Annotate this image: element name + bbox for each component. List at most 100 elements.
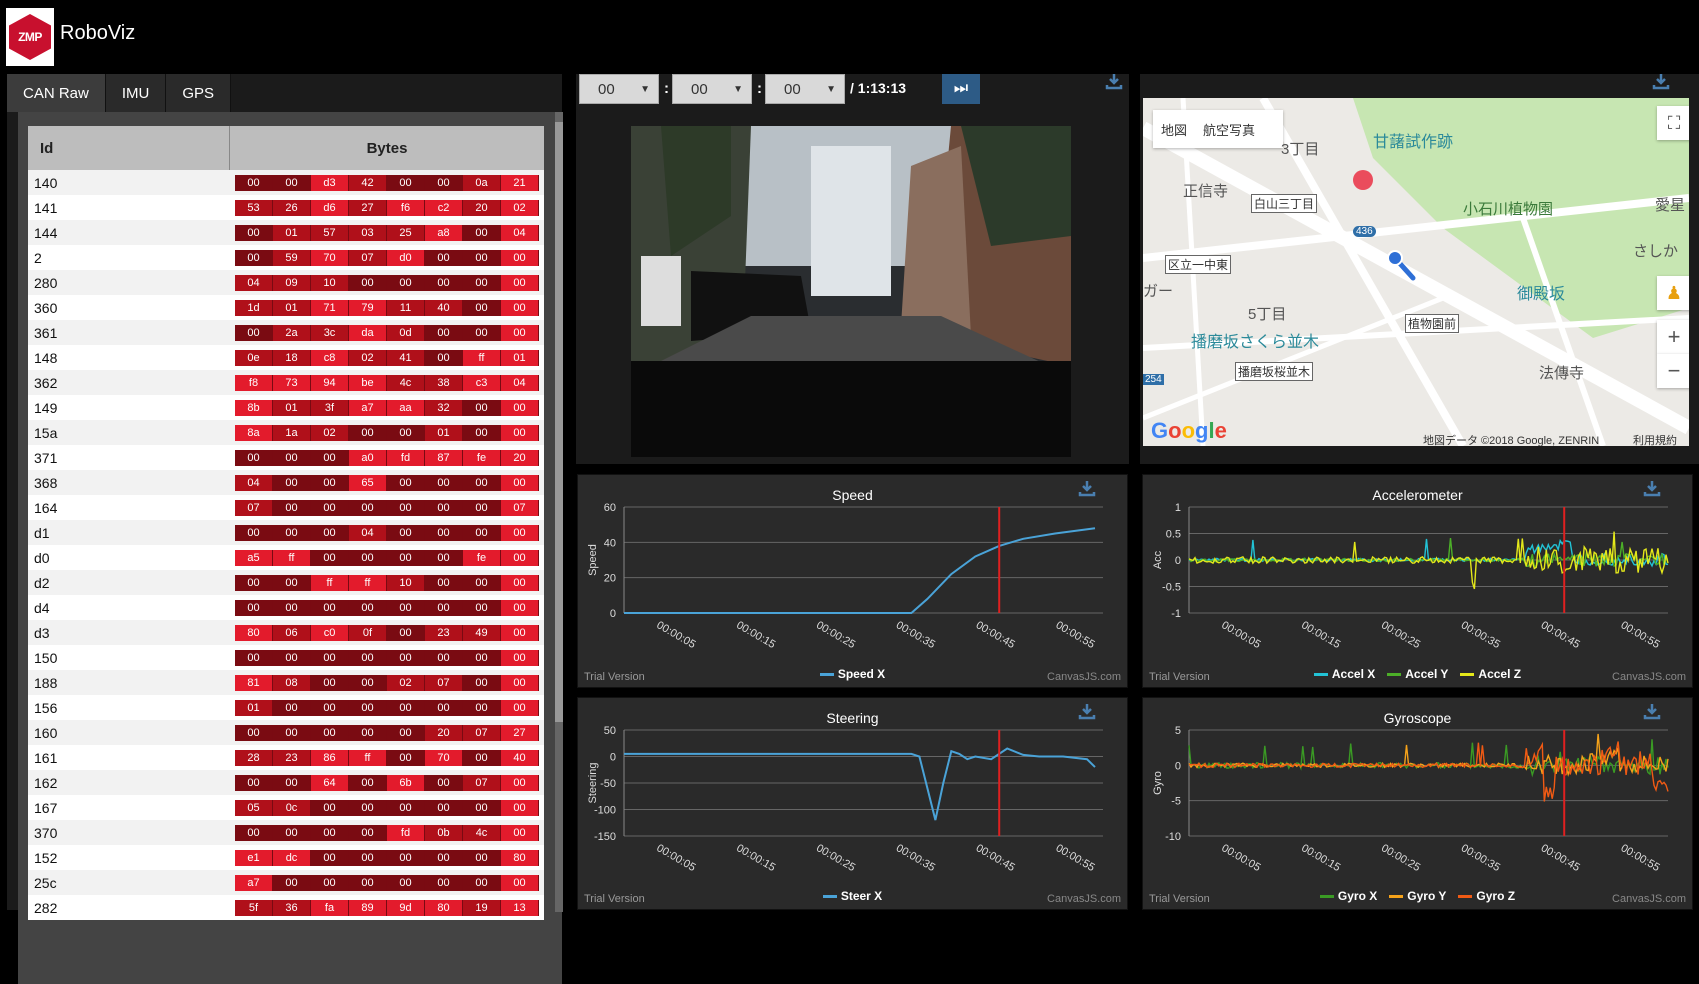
map-view-button[interactable]: 地図 bbox=[1153, 120, 1195, 139]
byte-cell: 00 bbox=[463, 799, 501, 816]
byte-cell: 00 bbox=[273, 724, 311, 741]
chart-legend: Gyro X Gyro Y Gyro Z bbox=[1143, 887, 1692, 903]
google-map[interactable]: 地図 航空写真 3丁目 正信寺 白山三丁目 区立一中東 ガー 5丁目 播磨坂さく… bbox=[1143, 98, 1689, 446]
download-icon[interactable] bbox=[1078, 479, 1096, 497]
byte-cell: 00 bbox=[349, 799, 387, 816]
satellite-view-button[interactable]: 航空写真 bbox=[1195, 120, 1263, 139]
series-line bbox=[1188, 531, 1669, 590]
byte-cell: 57 bbox=[311, 224, 349, 241]
legend-item[interactable]: Gyro Z bbox=[1458, 889, 1515, 903]
canvasjs-credit[interactable]: CanvasJS.com bbox=[1612, 893, 1686, 905]
download-icon[interactable] bbox=[1643, 702, 1661, 720]
byte-cell: ff bbox=[311, 574, 349, 591]
legend-item[interactable]: Accel Y bbox=[1387, 667, 1448, 681]
time-separator: : bbox=[757, 80, 762, 97]
can-bytes-cell: f8 73 94 be 4c 38 c3 04 bbox=[230, 370, 544, 395]
byte-cell: 00 bbox=[463, 849, 501, 866]
byte-cell: 00 bbox=[463, 499, 501, 516]
speed-chart: Speed Speed X Trial Version CanvasJS.com… bbox=[577, 474, 1128, 688]
byte-cell: 0f bbox=[349, 624, 387, 641]
hours-select[interactable]: 00 ▼ bbox=[579, 74, 659, 104]
download-icon[interactable] bbox=[1652, 72, 1670, 90]
byte-cell: 00 bbox=[235, 449, 273, 466]
byte-cell: 01 bbox=[273, 399, 311, 416]
can-bytes-cell: 00 00 00 04 00 00 00 00 bbox=[230, 520, 544, 545]
byte-cell: 01 bbox=[425, 424, 463, 441]
byte-cell: 27 bbox=[501, 724, 539, 741]
y-tick-label: 0 bbox=[1175, 555, 1181, 567]
download-icon[interactable] bbox=[1105, 72, 1123, 90]
map-label: 愛星 bbox=[1655, 197, 1686, 214]
series-line bbox=[1188, 739, 1669, 778]
seconds-select[interactable]: 00 ▼ bbox=[765, 74, 845, 104]
legend-item[interactable]: Gyro X bbox=[1319, 889, 1378, 903]
y-tick-label: -150 bbox=[594, 831, 616, 843]
byte-cell: 05 bbox=[235, 799, 273, 816]
series-line bbox=[624, 527, 1096, 614]
table-scrollbar[interactable] bbox=[555, 112, 563, 912]
id-column-header[interactable]: Id bbox=[28, 126, 230, 170]
legend-item[interactable]: Speed X bbox=[819, 667, 885, 681]
chevron-down-icon: ▼ bbox=[640, 84, 650, 95]
byte-cell: 13 bbox=[501, 899, 539, 916]
byte-cell: 00 bbox=[425, 499, 463, 516]
y-tick-label: 0 bbox=[1175, 760, 1181, 772]
byte-cell: 00 bbox=[463, 424, 501, 441]
byte-cell: 10 bbox=[311, 274, 349, 291]
byte-cell: a5 bbox=[235, 549, 273, 566]
logo-text: ZMP bbox=[9, 14, 51, 60]
can-bytes-cell: 05 0c 00 00 00 00 00 00 bbox=[230, 795, 544, 820]
legend-item[interactable]: Steer X bbox=[822, 889, 882, 903]
canvasjs-credit[interactable]: CanvasJS.com bbox=[1047, 893, 1121, 905]
byte-cell: 00 bbox=[311, 849, 349, 866]
byte-cell: 00 bbox=[273, 874, 311, 891]
legend-item[interactable]: Accel Z bbox=[1460, 667, 1521, 681]
byte-cell: 87 bbox=[425, 449, 463, 466]
map-terms-link[interactable]: 利用規約 bbox=[1633, 432, 1677, 446]
byte-cell: 00 bbox=[463, 524, 501, 541]
download-icon[interactable] bbox=[1643, 479, 1661, 497]
bytes-column-header[interactable]: Bytes bbox=[230, 126, 544, 170]
canvasjs-credit[interactable]: CanvasJS.com bbox=[1047, 671, 1121, 683]
byte-cell: 6b bbox=[387, 774, 425, 791]
byte-cell: 00 bbox=[349, 649, 387, 666]
street-view-button[interactable]: ♟ bbox=[1657, 276, 1689, 310]
tab-gps[interactable]: GPS bbox=[166, 74, 232, 112]
byte-cell: 00 bbox=[311, 649, 349, 666]
y-tick-label: 20 bbox=[604, 573, 616, 585]
skip-forward-icon: ⏭ bbox=[953, 80, 969, 97]
can-id-cell: d3 bbox=[34, 624, 50, 641]
legend-swatch bbox=[822, 894, 837, 898]
byte-cell: 00 bbox=[501, 699, 539, 716]
x-tick-label: 00:00:05 bbox=[654, 619, 697, 651]
byte-cell: c2 bbox=[425, 199, 463, 216]
video-duration: / 1:13:13 bbox=[850, 80, 907, 96]
byte-cell: 04 bbox=[235, 274, 273, 291]
legend-item[interactable]: Gyro Y bbox=[1389, 889, 1446, 903]
chart-legend: Accel X Accel Y Accel Z bbox=[1143, 665, 1692, 681]
fullscreen-button[interactable]: ⛶ bbox=[1657, 106, 1689, 140]
scrollbar-thumb[interactable] bbox=[555, 122, 563, 722]
byte-cell: 00 bbox=[311, 824, 349, 841]
minutes-select[interactable]: 00 ▼ bbox=[672, 74, 752, 104]
table-row: 362 f8 73 94 be 4c 38 c3 04 bbox=[28, 370, 544, 395]
legend-item[interactable]: Accel X bbox=[1313, 667, 1375, 681]
tab-can-raw[interactable]: CAN Raw bbox=[7, 74, 106, 112]
map-label: 5丁目 bbox=[1248, 306, 1287, 323]
byte-cell: 00 bbox=[387, 724, 425, 741]
legend-swatch bbox=[819, 672, 834, 676]
dashcam-video[interactable] bbox=[631, 126, 1071, 457]
table-row: d1 00 00 00 04 00 00 00 00 bbox=[28, 520, 544, 545]
tab-imu[interactable]: IMU bbox=[105, 74, 167, 112]
zoom-in-button[interactable]: + bbox=[1657, 320, 1689, 354]
download-icon[interactable] bbox=[1078, 702, 1096, 720]
byte-cell: 07 bbox=[425, 674, 463, 691]
can-id-cell: 371 bbox=[34, 449, 58, 466]
byte-cell: 1d bbox=[235, 299, 273, 316]
byte-cell: 00 bbox=[425, 524, 463, 541]
byte-cell: be bbox=[349, 374, 387, 391]
canvasjs-credit[interactable]: CanvasJS.com bbox=[1612, 671, 1686, 683]
legend-label: Gyro X bbox=[1337, 889, 1378, 903]
zoom-out-button[interactable]: − bbox=[1657, 354, 1689, 388]
skip-forward-button[interactable]: ⏭ bbox=[942, 74, 980, 104]
